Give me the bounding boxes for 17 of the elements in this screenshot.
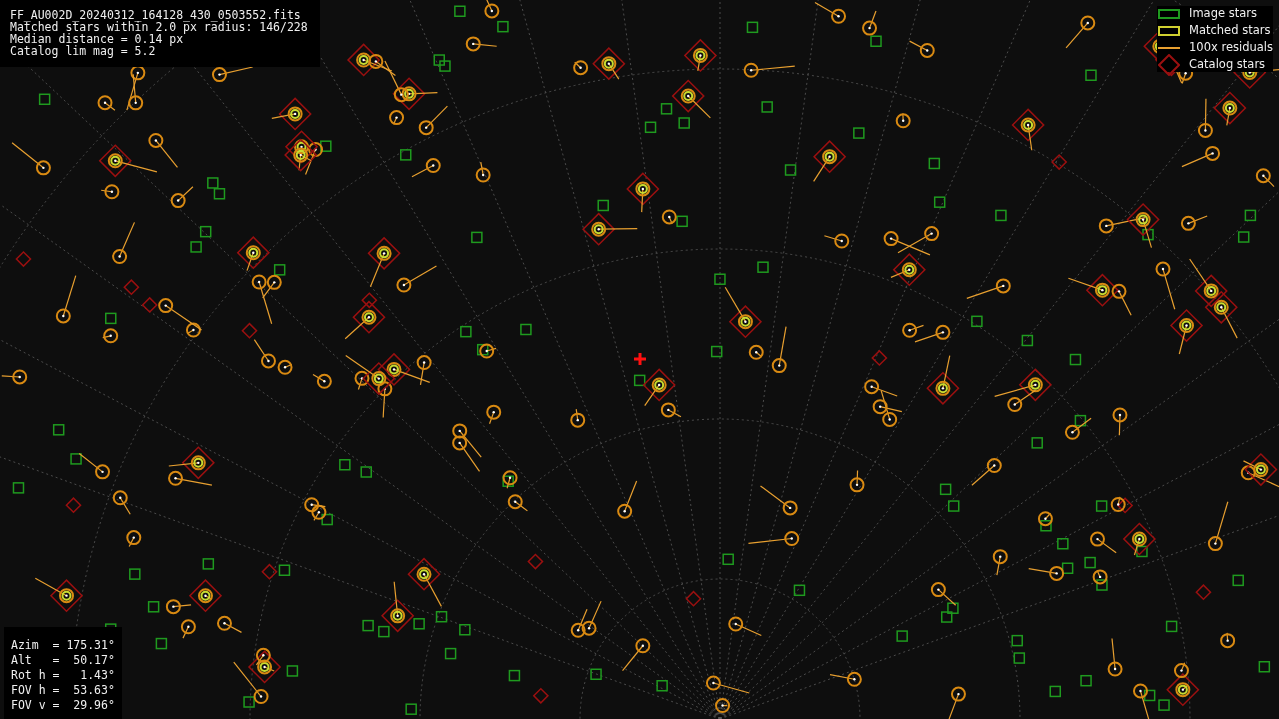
square-icon xyxy=(1158,8,1180,19)
info-text: Median distance = 0.14 px xyxy=(10,33,184,45)
legend-label: Catalog stars xyxy=(1189,55,1266,73)
pointing-text: FOV v = 29.96° xyxy=(11,698,116,713)
pointing-text: Azim = 175.31° xyxy=(11,638,116,653)
info-text: Catalog lim mag = 5.2 xyxy=(10,45,157,57)
info-text: FF_AU002D_20240312_164128_430_0503552.fits xyxy=(10,9,302,21)
pointing-text: FOV h = 53.63° xyxy=(11,683,116,698)
diamond-icon xyxy=(1158,53,1180,76)
legend-label: 100x residuals xyxy=(1189,38,1273,56)
info-text: Matched stars within 2.0 px radius: 146/228 xyxy=(10,21,309,33)
legend-label: Matched stars xyxy=(1189,21,1271,39)
pointing-text: Alt = 50.17° xyxy=(11,653,116,668)
line-icon xyxy=(1158,46,1180,49)
pointing-text: Rot h = 1.43° xyxy=(11,668,116,683)
legend-label: Image stars xyxy=(1189,4,1257,22)
square-icon xyxy=(1158,25,1180,36)
